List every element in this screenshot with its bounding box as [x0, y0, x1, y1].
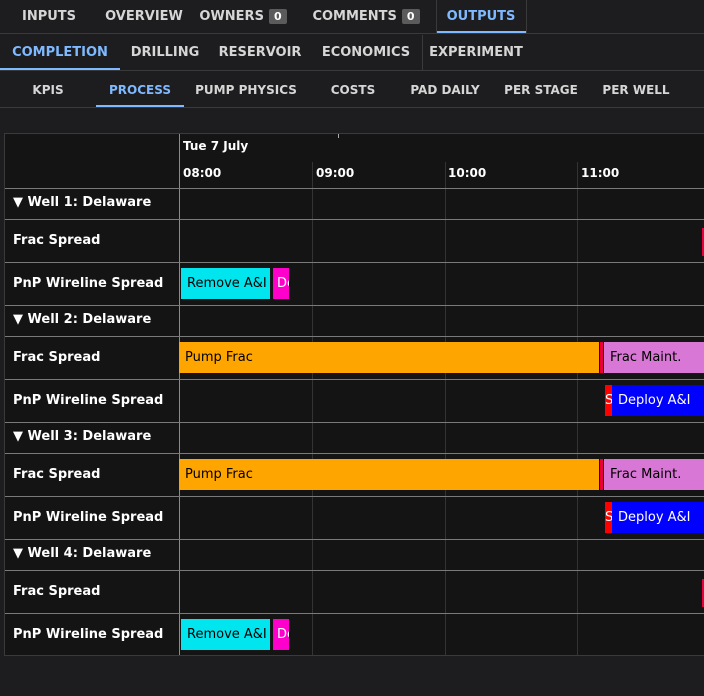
owners-count-badge: 0 — [268, 9, 287, 24]
gantt-row: Frac Spread Pump Frac Frac Maint. — [5, 336, 704, 379]
resource-label: Frac Spread — [13, 233, 101, 248]
tab-pad-daily[interactable]: PAD DAILY — [398, 72, 492, 107]
activity-bar-deploy[interactable]: De — [273, 268, 289, 299]
resource-label: Frac Spread — [13, 584, 101, 599]
tab-economics[interactable]: ECONOMICS — [310, 35, 422, 70]
tab-label: PUMP PHYSICS — [195, 82, 297, 97]
well-group-label[interactable]: ▼ Well 3: Delaware — [13, 429, 151, 444]
activity-bar-deploy[interactable]: De — [273, 619, 289, 650]
gantt-row: PnP Wireline Spread Remove A&I De — [5, 262, 704, 305]
gantt-group-row[interactable]: ▼ Well 2: Delaware — [5, 305, 704, 336]
timeline-date: Tue 7 July — [183, 139, 249, 153]
gantt-row: PnP Wireline Spread S Deploy A&I — [5, 379, 704, 422]
tab-divider — [436, 0, 437, 33]
tab-label: OUTPUTS — [446, 9, 516, 24]
tab-per-stage[interactable]: PER STAGE — [492, 72, 590, 107]
process-gantt-chart: Tue 7 July 08:00 09:00 10:00 11:00 ▼ Wel… — [4, 133, 704, 656]
tab-process[interactable]: PROCESS — [96, 72, 184, 107]
hour-label: 09:00 — [316, 166, 355, 180]
resource-label: PnP Wireline Spread — [13, 627, 164, 642]
activity-bar-s[interactable]: S — [605, 502, 612, 533]
activity-bar-deploy-ai[interactable]: Deploy A&I — [612, 502, 704, 533]
tab-label: COMMENTS — [312, 9, 397, 24]
tab-pump-physics[interactable]: PUMP PHYSICS — [184, 72, 308, 107]
activity-bar-remove-ai[interactable]: Remove A&I — [181, 268, 270, 299]
tab-divider — [422, 35, 423, 70]
activity-bar-pump-frac[interactable]: Pump Frac — [179, 459, 599, 490]
activity-bar-deploy-ai[interactable]: Deploy A&I — [612, 385, 704, 416]
tab-comments[interactable]: COMMENTS 0 — [296, 0, 436, 33]
tab-label: INPUTS — [21, 9, 77, 24]
gantt-group-row[interactable]: ▼ Well 3: Delaware — [5, 422, 704, 453]
tab-completion[interactable]: COMPLETION — [0, 35, 120, 70]
tab-costs[interactable]: COSTS — [308, 72, 398, 107]
well-group-label[interactable]: ▼ Well 1: Delaware — [13, 195, 151, 210]
tab-inputs[interactable]: INPUTS — [0, 0, 98, 33]
hour-label: 08:00 — [183, 166, 222, 180]
gantt-row: Frac Spread — [5, 570, 704, 613]
activity-bar-pump-frac[interactable]: Pump Frac — [179, 342, 599, 373]
tab-label: ECONOMICS — [321, 45, 411, 60]
gantt-row: Frac Spread Pump Frac Frac Maint. — [5, 453, 704, 496]
gantt-row: PnP Wireline Spread Remove A&I De — [5, 613, 704, 655]
gantt-group-row[interactable]: ▼ Well 1: Delaware — [5, 188, 704, 219]
tab-outputs[interactable]: OUTPUTS — [436, 0, 526, 33]
activity-bar[interactable] — [600, 342, 603, 373]
resource-label: PnP Wireline Spread — [13, 276, 164, 291]
top-tabs: INPUTS OVERVIEW OWNERS 0 COMMENTS 0 OUTPUT… — [0, 0, 704, 34]
tab-label: COSTS — [330, 82, 376, 97]
tab-label: PER WELL — [602, 82, 670, 97]
tertiary-tabs: KPIS PROCESS PUMP PHYSICS COSTS PAD DAIL… — [0, 72, 704, 108]
hour-label: 10:00 — [448, 166, 487, 180]
tab-label: OWNERS — [199, 9, 264, 24]
tab-per-well[interactable]: PER WELL — [590, 72, 682, 107]
tab-reservoir[interactable]: RESERVOIR — [210, 35, 310, 70]
timeline-tick — [338, 134, 339, 138]
tab-label: PAD DAILY — [410, 82, 480, 97]
tab-label: PER STAGE — [504, 82, 578, 97]
activity-bar-remove-ai[interactable]: Remove A&I — [181, 619, 270, 650]
activity-bar-frac-maint[interactable]: Frac Maint. — [604, 459, 704, 490]
tab-overview[interactable]: OVERVIEW — [98, 0, 190, 33]
tab-label: PROCESS — [109, 82, 171, 97]
well-group-label[interactable]: ▼ Well 2: Delaware — [13, 312, 151, 327]
tab-divider — [526, 0, 527, 33]
gantt-group-row[interactable]: ▼ Well 4: Delaware — [5, 539, 704, 570]
tab-label: DRILLING — [130, 45, 200, 60]
resource-label: PnP Wireline Spread — [13, 510, 164, 525]
gantt-row: Frac Spread — [5, 219, 704, 262]
gantt-row: PnP Wireline Spread S Deploy A&I — [5, 496, 704, 539]
tab-label: RESERVOIR — [218, 45, 302, 60]
tab-drilling[interactable]: DRILLING — [120, 35, 210, 70]
tab-experiment[interactable]: EXPERIMENT — [422, 35, 530, 70]
tab-kpis[interactable]: KPIS — [0, 72, 96, 107]
resource-label: Frac Spread — [13, 467, 101, 482]
activity-bar[interactable] — [600, 459, 603, 490]
activity-bar-s[interactable]: S — [605, 385, 612, 416]
comments-count-badge: 0 — [401, 9, 420, 24]
secondary-tabs: COMPLETION DRILLING RESERVOIR ECONOMICS … — [0, 35, 704, 71]
hour-label: 11:00 — [581, 166, 620, 180]
well-group-label[interactable]: ▼ Well 4: Delaware — [13, 546, 151, 561]
tab-label: EXPERIMENT — [429, 45, 523, 60]
tab-owners[interactable]: OWNERS 0 — [190, 0, 296, 33]
resource-label: PnP Wireline Spread — [13, 393, 164, 408]
tab-label: KPIS — [32, 82, 64, 97]
tab-label: COMPLETION — [12, 45, 108, 60]
resource-label: Frac Spread — [13, 350, 101, 365]
activity-bar-frac-maint[interactable]: Frac Maint. — [604, 342, 704, 373]
tab-label: OVERVIEW — [105, 9, 183, 24]
